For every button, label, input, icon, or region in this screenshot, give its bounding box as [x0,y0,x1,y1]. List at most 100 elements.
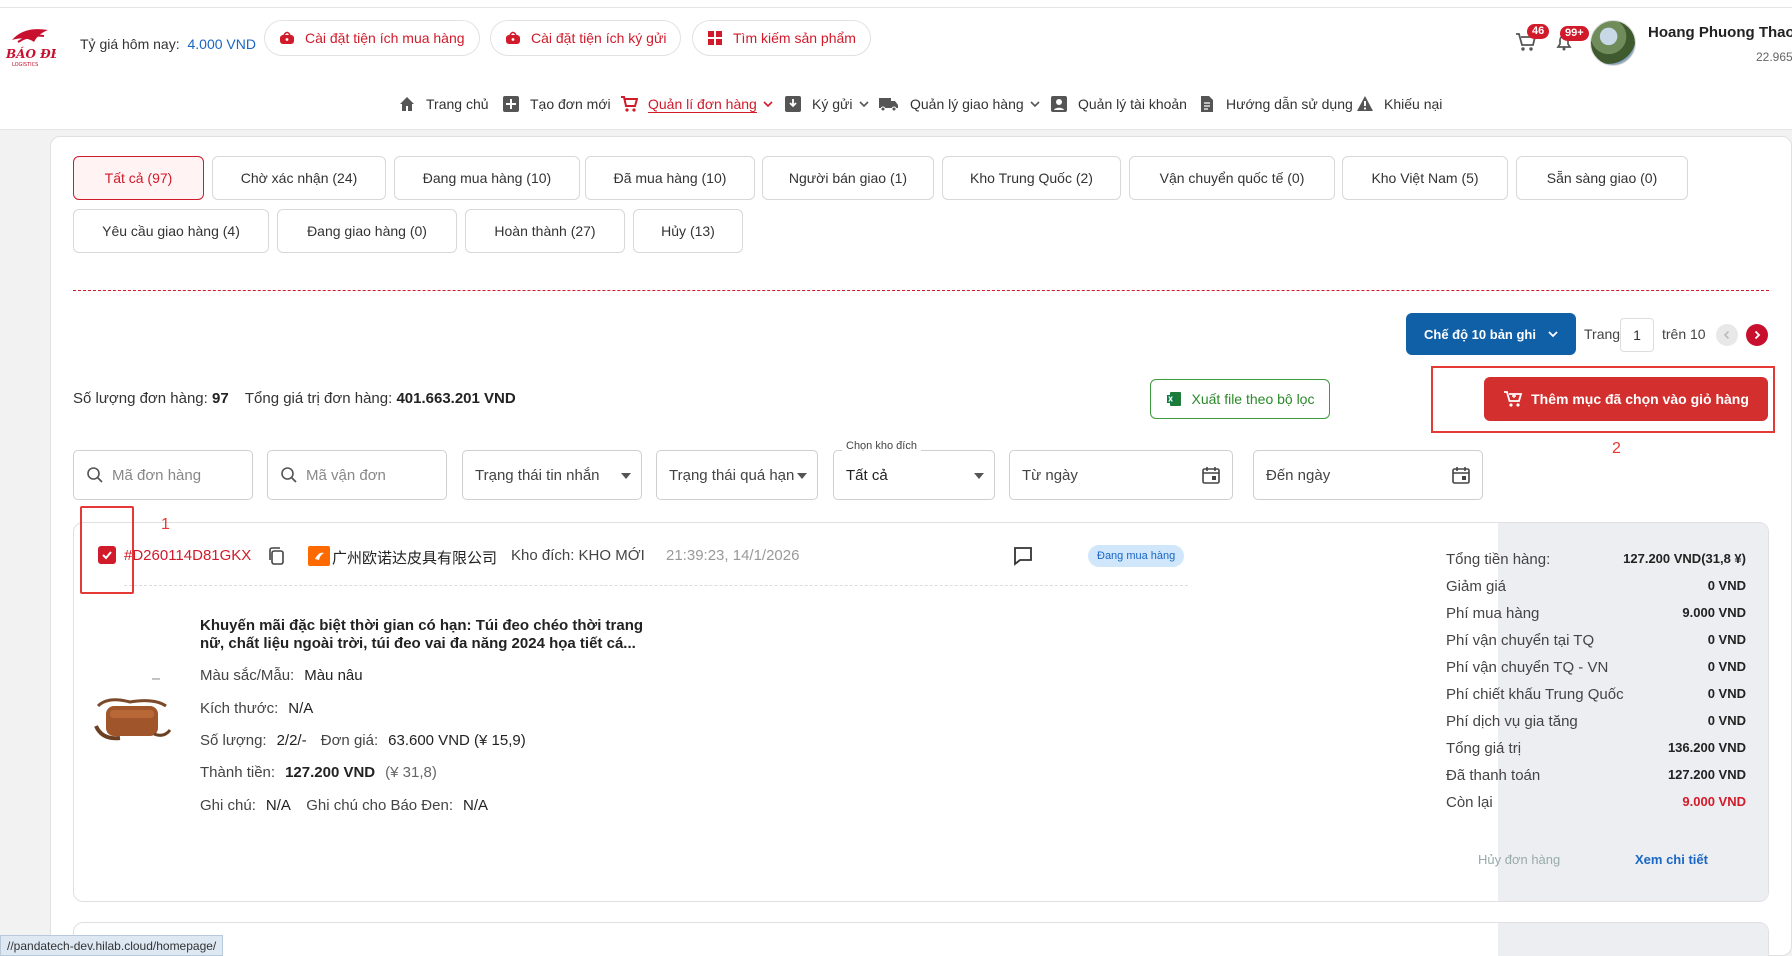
destination-warehouse-legend: Chọn kho đích [842,440,921,452]
nav-account-management-label: Quản lý tài khoản [1078,96,1187,112]
order-code-placeholder: Mã đơn hàng [112,466,202,484]
summary-value: 0 VND [1707,686,1746,701]
download-box-icon [785,96,801,112]
tab-delivery-request[interactable]: Yêu cầu giao hàng (4) [73,209,269,253]
next-page-button[interactable] [1746,324,1768,346]
search-icon [281,467,297,483]
export-filter-button[interactable]: Xuất file theo bộ lọc [1150,379,1330,419]
summary-row: Tổng giá trị 136.200 VND [1446,740,1746,757]
summary-row: Đã thanh toán 127.200 VND [1446,767,1746,784]
nav-order-management[interactable]: Quản lí đơn hàng [620,92,773,116]
color-label: Màu sắc/Mẫu: [200,667,295,684]
summary-row: Phí dịch vụ gia tăng 0 VND [1446,713,1746,730]
calendar-icon[interactable] [1202,466,1220,484]
overdue-status-select[interactable]: Trạng thái quá hạn [656,450,818,500]
avatar[interactable] [1590,20,1636,66]
tab-purchasing[interactable]: Đang mua hàng (10) [394,156,580,200]
tab-cancelled[interactable]: Hủy (13) [633,209,743,253]
buy-extension-button[interactable]: Cài đặt tiện ích mua hàng [264,20,480,56]
summary-value: 127.200 VND(31,8 ¥) [1623,551,1746,566]
tab-ready-to-deliver[interactable]: Sẵn sàng giao (0) [1516,156,1688,200]
chevron-down-icon [1548,331,1558,338]
product-color-row: Màu sắc/Mẫu: Màu nâu [200,667,363,684]
product-image[interactable]: xxxx [90,668,174,748]
annotation-number-2: 2 [1612,440,1621,457]
tab-all[interactable]: Tất cả (97) [73,156,204,200]
username[interactable]: Hoang Phuong Thao [1648,24,1792,41]
subtotal-value: 127.200 VND [285,764,376,781]
page-number-input[interactable]: 1 [1620,318,1654,352]
order-select-checkbox[interactable] [98,546,116,564]
cart-count-badge: 46 [1527,24,1550,39]
caret-down-icon [621,473,631,479]
status-badge: Đang mua hàng [1088,545,1185,567]
tab-completed[interactable]: Hoàn thành (27) [465,209,625,253]
nav-user-guide[interactable]: Hướng dẫn sử dụng [1198,92,1353,116]
shop-name[interactable]: 广州欧诺达皮具有限公司 [332,547,497,568]
nav-create-order[interactable]: Tạo đơn mới [502,92,611,116]
to-date-input[interactable]: Đến ngày [1253,450,1483,500]
svg-text:BÁO ĐEN: BÁO ĐEN [5,46,56,61]
nav-home[interactable]: Trang chủ [398,92,489,116]
product-title-line-2: nữ, chất liệu ngoài trời, túi đeo vai đa… [200,635,636,652]
order-card [73,922,1769,956]
nav-delivery-management[interactable]: Quản lý giao hàng [878,92,1040,116]
chevron-right-icon [1754,330,1761,340]
bao-den-logo[interactable]: BÁO ĐEN LOGISTICS [4,22,56,70]
product-title[interactable]: Khuyến mãi đặc biệt thời gian có hạn: Tú… [200,617,650,653]
caret-down-icon [974,473,984,479]
summary-label: Tổng giá trị [1446,740,1522,757]
summary-value: 0 VND [1707,578,1746,593]
from-date-input[interactable]: Từ ngày [1009,450,1233,500]
summary-row: Phí chiết khấu Trung Quốc 0 VND [1446,686,1746,703]
from-date-label: Từ ngày [1022,466,1078,484]
nav-consign-label: Ký gửi [812,96,853,112]
message-status-select[interactable]: Trạng thái tin nhắn [462,450,642,500]
cancel-order-button[interactable]: Hủy đơn hàng [1478,852,1560,867]
size-value: N/A [288,700,314,717]
summary-row: Còn lại 9.000 VND [1446,794,1746,811]
browser-top-strip [0,0,1792,8]
chat-icon[interactable] [1012,545,1034,567]
nav-complaints-label: Khiếu nại [1384,96,1443,112]
summary-value: 0 VND [1707,713,1746,728]
nav-complaints[interactable]: Khiếu nại [1356,92,1442,116]
to-date-label: Đến ngày [1266,466,1331,484]
records-mode-dropdown[interactable]: Chế độ 10 bản ghi [1406,313,1576,355]
destination-warehouse-select[interactable]: Tất cả [833,450,995,500]
tab-pending-confirmation[interactable]: Chờ xác nhận (24) [212,156,386,200]
tab-delivering[interactable]: Đang giao hàng (0) [277,209,457,253]
nav-consign[interactable]: Ký gửi [784,92,869,116]
nav-create-order-label: Tạo đơn mới [530,96,611,112]
view-detail-link[interactable]: Xem chi tiết [1635,852,1708,867]
copy-icon[interactable] [266,546,286,566]
consign-extension-button[interactable]: Cài đặt tiện ích ký gửi [490,20,682,56]
tracking-code-search-input[interactable]: Mã vận đơn [267,450,447,500]
tab-international-shipping[interactable]: Vận chuyển quốc tế (0) [1129,156,1335,200]
cart-icon [621,96,638,112]
calendar-icon[interactable] [1452,466,1470,484]
tab-purchased[interactable]: Đã mua hàng (10) [585,156,755,200]
tab-china-warehouse[interactable]: Kho Trung Quốc (2) [942,156,1121,200]
svg-text:xxxx: xxxx [152,676,160,681]
account-icon [1051,96,1067,112]
color-value: Màu nâu [304,667,363,684]
summary-row: Phí vận chuyển TQ - VN 0 VND [1446,659,1746,676]
tab-seller-delivered[interactable]: Người bán giao (1) [762,156,934,200]
shop-logo-icon [308,546,330,566]
order-code-search-input[interactable]: Mã đơn hàng [73,450,253,500]
export-filter-label: Xuất file theo bộ lọc [1191,391,1315,407]
summary-label: Phí vận chuyển TQ - VN [1446,659,1609,676]
product-search-button[interactable]: Tìm kiếm sản phẩm [692,20,871,56]
order-id-link[interactable]: #D260114D81GKX [124,547,251,564]
product-search-label: Tìm kiếm sản phẩm [733,30,856,46]
add-selected-to-cart-button[interactable]: Thêm mục đã chọn vào giỏ hàng [1484,377,1768,421]
notification-count-badge: 99+ [1560,26,1589,41]
prev-page-button[interactable] [1716,324,1738,346]
summary-row: Tổng tiền hàng: 127.200 VND(31,8 ¥) [1446,551,1746,568]
note-bd-label: Ghi chú cho Báo Đen: [306,797,453,814]
exchange-rate-label: Tỷ giá hôm nay: [80,36,180,52]
tab-vietnam-warehouse[interactable]: Kho Việt Nam (5) [1342,156,1508,200]
order-summary-panel [1498,923,1768,956]
nav-account-management[interactable]: Quản lý tài khoản [1050,92,1187,116]
